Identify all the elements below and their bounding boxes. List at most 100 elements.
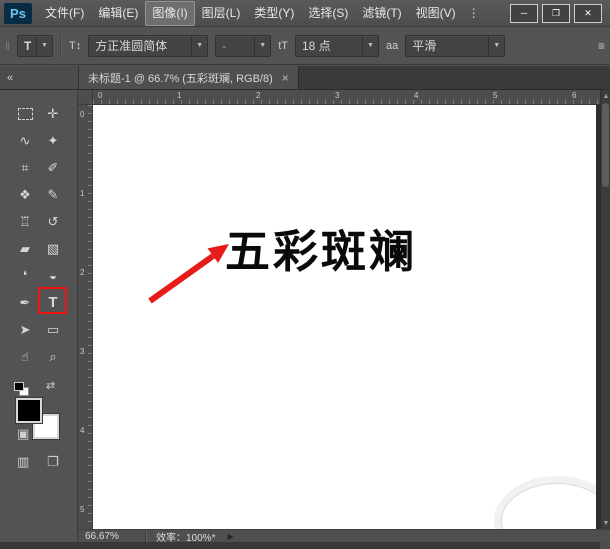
foreground-color-swatch[interactable] [16, 398, 42, 423]
status-menu-arrow-icon[interactable]: ▶ [227, 532, 233, 541]
type-tool-icon: T [18, 39, 36, 53]
menu-image[interactable]: 图像(I) [145, 1, 194, 26]
spot-healing-brush-tool[interactable]: ❖ [11, 181, 39, 208]
document-canvas[interactable]: 五彩斑斓 [93, 105, 596, 529]
hand-icon: ☝ [21, 349, 29, 365]
chevron-down-icon: ▼ [488, 36, 504, 56]
toggle-text-orientation-icon[interactable]: T↕ [69, 40, 81, 52]
document-tab[interactable]: 未标题-1 @ 66.7% (五彩斑斓, RGB/8) × [79, 66, 299, 89]
zoom-tool[interactable]: ⌕ [39, 343, 67, 370]
chevron-down-icon: ▼ [362, 36, 378, 56]
shape-tool[interactable]: ▭ [39, 316, 67, 343]
menu-file[interactable]: 文件(F) [38, 1, 91, 26]
switch-colors-icon[interactable]: ⇄ [46, 379, 55, 392]
photoshop-logo: Ps [4, 3, 32, 24]
lasso-tool[interactable]: ∿ [11, 127, 39, 154]
vertical-scrollbar[interactable]: ▲ ▼ [600, 90, 610, 529]
ruler-tick: 0 [98, 91, 102, 100]
anti-alias-value: 平滑 [406, 37, 488, 54]
scrollbar-thumb[interactable] [602, 103, 609, 187]
ruler-tick: 4 [414, 91, 418, 100]
standard-screen-icon[interactable]: ▥ [17, 454, 29, 470]
tab-close-icon[interactable]: × [282, 71, 289, 85]
ruler-tick: 4 [80, 426, 84, 435]
canvas-text-layer[interactable]: 五彩斑斓 [225, 215, 417, 280]
menu-filter[interactable]: 滤镜(T) [355, 1, 408, 26]
zoom-level-field[interactable]: 66.67% [78, 531, 136, 542]
default-colors-icon[interactable] [14, 382, 30, 396]
eraser-icon: ▰ [20, 241, 30, 257]
move-tool[interactable]: ✛ [39, 100, 67, 127]
tool-options-bar: ‖ T ▼ T↕ 方正准圆简体 ▼ - ▼ tT 18 点 ▼ aa 平滑 ▼ … [0, 27, 610, 65]
watermark-circle [501, 483, 596, 529]
eraser-tool[interactable]: ▰ [11, 235, 39, 262]
path-selection-icon: ➤ [20, 322, 31, 338]
grip-icon: ‖ [5, 39, 10, 53]
menu-bar: Ps 文件(F) 编辑(E) 图像(I) 图层(L) 类型(Y) 选择(S) 滤… [0, 0, 610, 27]
vertical-ruler: 0 1 2 3 4 5 [78, 105, 93, 529]
quick-selection-tool[interactable]: ✦ [39, 127, 67, 154]
ruler-tick: 0 [80, 110, 84, 119]
blur-tool[interactable]: ❛ [11, 262, 39, 289]
chevron-down-icon: ▼ [191, 36, 207, 56]
dodge-tool[interactable]: ◒ [39, 262, 67, 289]
ruler-tick: 5 [80, 505, 84, 514]
menu-overflow-icon[interactable]: ⋮ [463, 6, 485, 20]
window-controls: ─ ❐ ✕ [510, 4, 602, 23]
eyedropper-tool[interactable]: ✐ [39, 154, 67, 181]
red-arrow-annotation [93, 105, 596, 529]
font-style-value: - [216, 39, 254, 53]
path-selection-tool[interactable]: ➤ [11, 316, 39, 343]
shape-icon: ▭ [47, 322, 59, 338]
menu-view[interactable]: 视图(V) [409, 1, 463, 26]
menu-edit[interactable]: 编辑(E) [91, 1, 145, 26]
zoom-icon: ⌕ [49, 349, 56, 365]
clone-stamp-tool[interactable]: ♖ [11, 208, 39, 235]
dodge-icon: ◒ [49, 268, 57, 283]
font-family-value: 方正准圆简体 [89, 37, 191, 54]
tool-preset-picker[interactable]: T ▼ [17, 35, 53, 57]
font-family-select[interactable]: 方正准圆简体 ▼ [88, 35, 208, 57]
ruler-tick: 3 [335, 91, 339, 100]
chevron-down-icon: ▼ [36, 36, 52, 56]
rectangular-marquee-tool[interactable] [11, 100, 39, 127]
move-icon: ✛ [48, 106, 59, 122]
marquee-icon [18, 108, 33, 120]
pen-tool[interactable]: ✒ [11, 289, 39, 316]
scroll-up-icon[interactable]: ▲ [601, 90, 610, 102]
scroll-down-icon[interactable]: ▼ [601, 517, 610, 529]
minimize-button[interactable]: ─ [510, 4, 538, 23]
gradient-tool[interactable]: ▧ [39, 235, 67, 262]
horizontal-scrollbar[interactable] [0, 542, 610, 549]
ruler-tick: 6 [572, 91, 576, 100]
panel-toggle-icon[interactable]: ≡ [598, 39, 605, 53]
quick-mask-button[interactable]: ▣ [17, 426, 29, 442]
close-button[interactable]: ✕ [574, 4, 602, 23]
crop-tool[interactable]: ⌗ [11, 154, 39, 181]
horizontal-ruler: 0 1 2 3 4 5 6 [93, 90, 600, 105]
full-screen-icon[interactable]: ❐ [47, 454, 59, 470]
font-size-icon: tT [278, 40, 288, 52]
lasso-icon: ∿ [20, 133, 31, 149]
font-style-select[interactable]: - ▼ [215, 35, 271, 57]
maximize-button[interactable]: ❐ [542, 4, 570, 23]
canvas-area: 0 1 2 3 4 5 6 0 1 2 3 4 5 五彩斑斓 [78, 90, 600, 529]
history-brush-tool[interactable]: ↺ [39, 208, 67, 235]
collapse-panel-icon[interactable]: « [0, 72, 12, 84]
tool-grid: ✛ ∿ ✦ ⌗ ✐ ❖ ✎ ♖ ↺ ▰ ▧ ❛ ◒ ✒ T ➤ ▭ ☝ ⌕ [11, 100, 67, 370]
crop-icon: ⌗ [21, 160, 28, 176]
gradient-icon: ▧ [47, 241, 59, 257]
menu-type[interactable]: 类型(Y) [247, 1, 301, 26]
brush-icon: ✎ [48, 187, 59, 203]
font-size-select[interactable]: 18 点 ▼ [295, 35, 379, 57]
document-tab-bar: « 未标题-1 @ 66.7% (五彩斑斓, RGB/8) × [0, 66, 610, 90]
menu-layer[interactable]: 图层(L) [195, 1, 248, 26]
healing-icon: ❖ [19, 187, 31, 203]
brush-tool[interactable]: ✎ [39, 181, 67, 208]
options-separator [60, 33, 62, 59]
ruler-tick: 2 [80, 268, 84, 277]
hand-tool[interactable]: ☝ [11, 343, 39, 370]
anti-alias-select[interactable]: 平滑 ▼ [405, 35, 505, 57]
eyedropper-icon: ✐ [48, 160, 59, 176]
menu-select[interactable]: 选择(S) [301, 1, 355, 26]
